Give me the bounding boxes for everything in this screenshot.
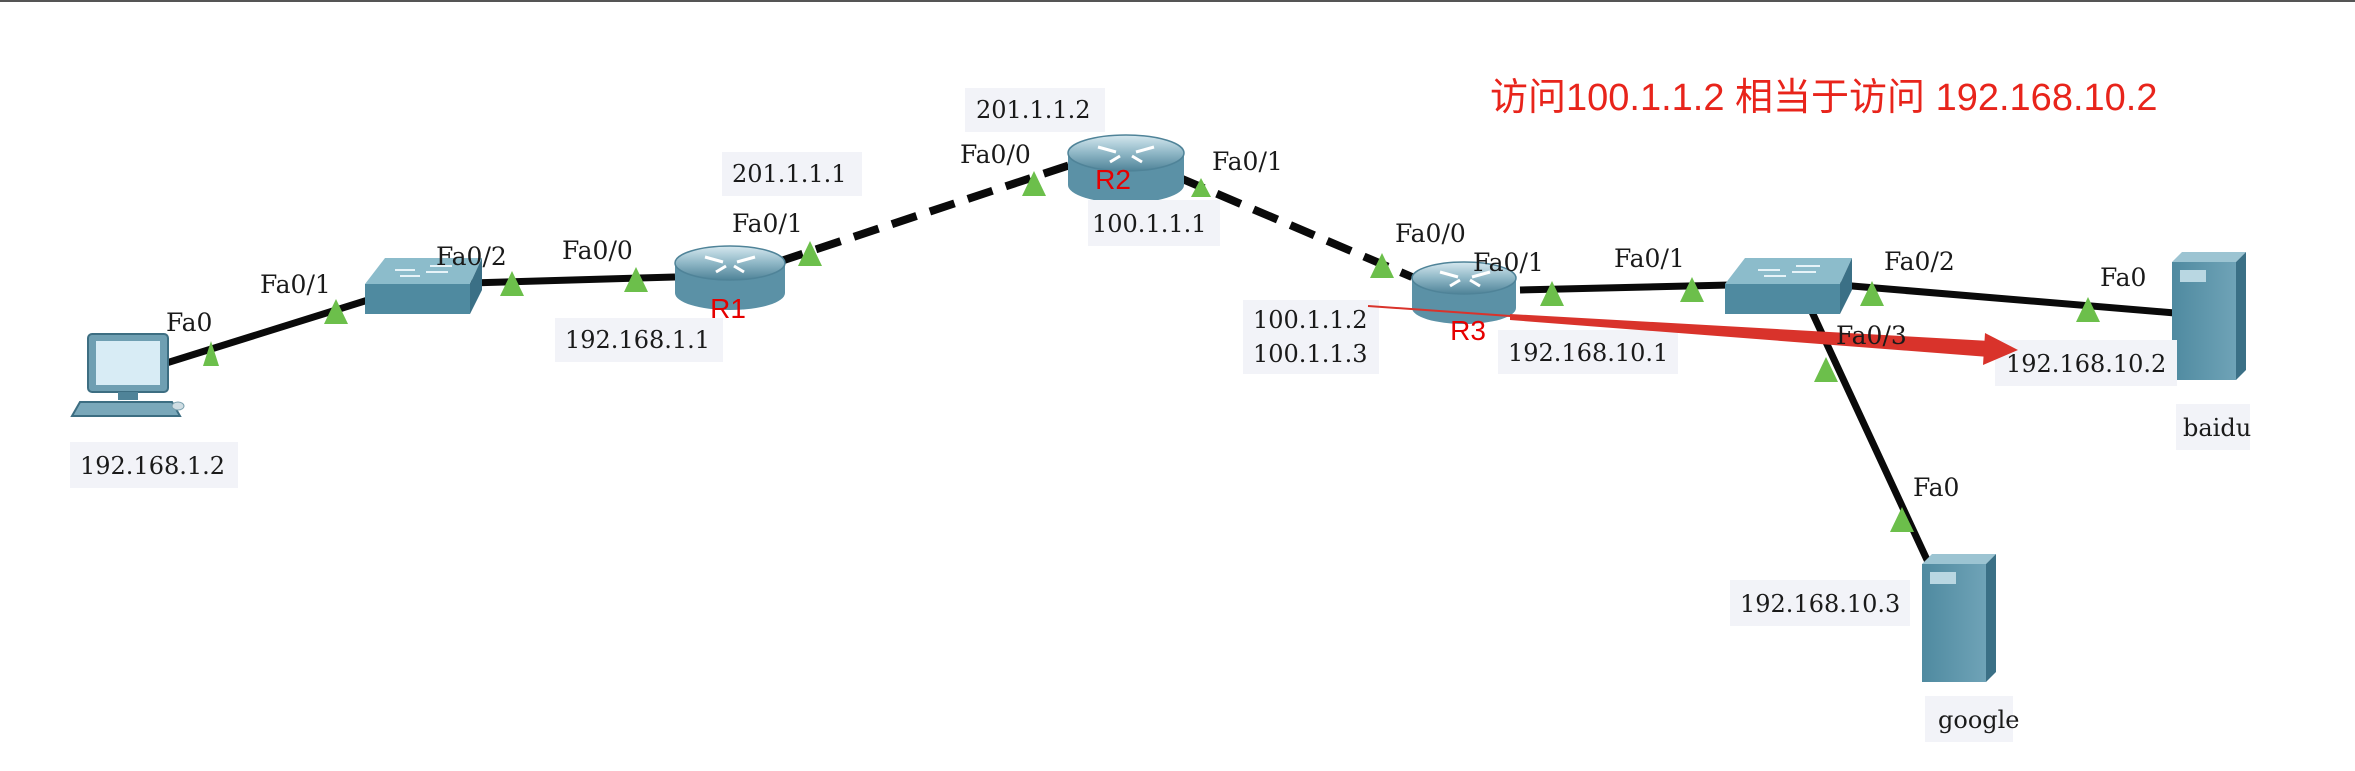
switch1-front [365, 284, 470, 314]
r3-port-lan-label: Fa0/1 [1473, 248, 1544, 277]
r2-ip-r3-label: 100.1.1.1 [1092, 210, 1207, 238]
pc-port-label: Fa0 [166, 308, 212, 337]
pc-screen [96, 341, 160, 385]
r3-ip-lan-label: 192.168.10.1 [1508, 339, 1668, 367]
google-port-label: Fa0 [1913, 473, 1959, 502]
r1-ip-lan-label: 192.168.1.1 [565, 326, 710, 354]
r1-port-lan-label: Fa0/0 [562, 236, 633, 265]
r2-port-r1-label: Fa0/0 [960, 140, 1031, 169]
switch2-port-r3-label: Fa0/1 [1614, 244, 1685, 273]
r2-name: R2 [1095, 164, 1131, 195]
google-top [1922, 554, 1996, 564]
pc-keyboard [70, 401, 182, 417]
switch2-port-baidu-label: Fa0/2 [1884, 247, 1955, 276]
r1-ip-wan-label: 201.1.1.1 [732, 160, 847, 188]
google-name-label: google [1938, 706, 2020, 734]
network-topology-diagram: R1 R2 R3 Fa0 Fa0/1 Fa0/2 Fa0/0 Fa0/1 Fa0… [0, 0, 2355, 742]
r3-name: R3 [1450, 315, 1486, 346]
r1-port-wan-label: Fa0/1 [732, 209, 803, 238]
r2-port-r3-label: Fa0/1 [1212, 147, 1283, 176]
switch2-port-google-label: Fa0/3 [1836, 321, 1907, 350]
baidu-top [2172, 252, 2246, 262]
server-google-icon[interactable] [1922, 554, 1996, 682]
google-side [1986, 554, 1996, 682]
baidu-side [2236, 252, 2246, 380]
r3-ip-wan-2-label: 100.1.1.3 [1253, 340, 1368, 368]
r3-ip-wan-1-label: 100.1.1.2 [1253, 306, 1368, 334]
google-ip-label: 192.168.10.3 [1740, 590, 1900, 618]
baidu-bay [2180, 270, 2206, 282]
pc-stand [118, 392, 138, 400]
pc-mouse [171, 401, 185, 411]
r2-ip-r1-label: 201.1.1.2 [976, 96, 1091, 124]
baidu-port-label: Fa0 [2100, 263, 2146, 292]
baidu-name-label: baidu [2183, 414, 2251, 442]
google-bay [1930, 572, 1956, 584]
nat-annotation-text: 访问100.1.1.2 相当于访问 192.168.10.2 [1490, 77, 2157, 119]
baidu-ip-label: 192.168.10.2 [2006, 350, 2166, 378]
pc-icon[interactable] [70, 333, 185, 417]
link-switch1-r1 [469, 273, 676, 287]
r1-top [674, 245, 786, 281]
switch2-front [1725, 284, 1840, 314]
switch2-icon[interactable] [1725, 258, 1852, 314]
switch1-port-pc-label: Fa0/1 [260, 270, 331, 299]
r3-port-wan-label: Fa0/0 [1395, 219, 1466, 248]
pc-ip-label: 192.168.1.2 [80, 452, 225, 480]
server-baidu-icon[interactable] [2172, 252, 2246, 380]
switch1-port-r1-label: Fa0/2 [436, 242, 507, 271]
port-marker [1540, 281, 1564, 306]
switch2-top [1725, 258, 1852, 284]
r1-name: R1 [710, 293, 746, 324]
